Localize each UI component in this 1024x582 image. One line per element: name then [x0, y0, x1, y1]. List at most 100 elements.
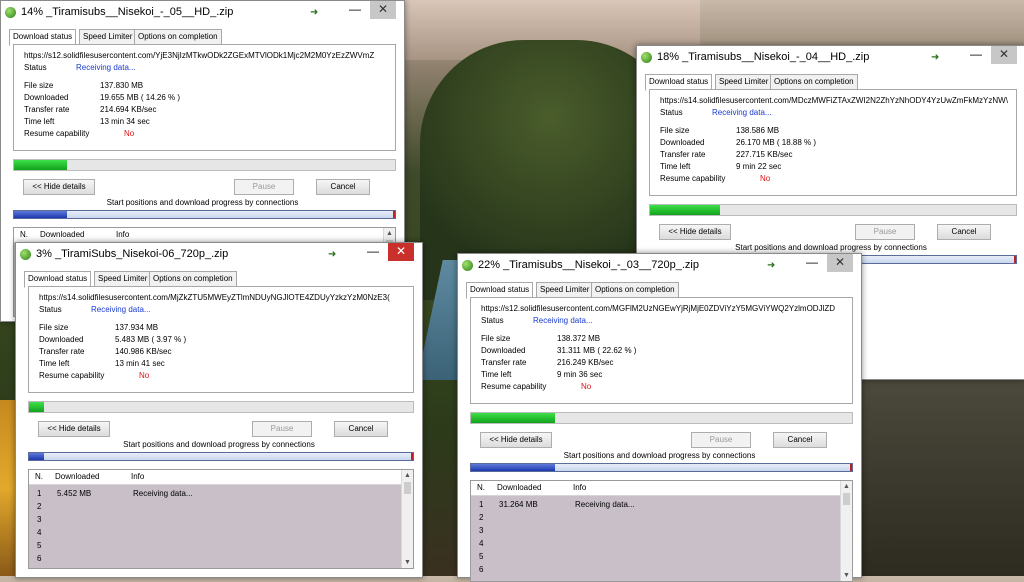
connections-caption: Start positions and download progress by…: [106, 198, 299, 207]
value-status: Receiving data...: [712, 108, 772, 117]
label-file-size: File size: [660, 126, 690, 135]
row-downloaded: 5.452 MB: [57, 489, 92, 498]
tab-options-on-completion[interactable]: Options on completion: [149, 271, 237, 287]
row-number: 5: [479, 552, 484, 561]
tab-speed-limiter[interactable]: Speed Limiter: [79, 29, 137, 45]
list-scrollbar[interactable]: ▲▼: [840, 481, 852, 581]
close-icon[interactable]: ✕: [991, 46, 1017, 64]
pause-button[interactable]: Pause: [234, 179, 294, 195]
wallpaper-flowers: [0, 400, 16, 576]
label-time-left: Time left: [481, 370, 512, 379]
download-progress-fill: [650, 205, 720, 215]
download-url: https://s12.solidfilesusercontent.com/MG…: [481, 304, 836, 313]
connections-progress-end: [393, 211, 395, 218]
column-header-info[interactable]: Info: [131, 472, 144, 481]
pause-button[interactable]: Pause: [855, 224, 915, 240]
tab-options-on-completion[interactable]: Options on completion: [770, 74, 858, 90]
value-resume: No: [581, 382, 592, 391]
value-file-size: 137.830 MB: [100, 81, 144, 90]
row-number: 2: [37, 502, 42, 511]
column-header-downloaded[interactable]: Downloaded: [497, 483, 541, 492]
connections-caption: Start positions and download progress by…: [735, 243, 927, 252]
scroll-up-icon[interactable]: ▲: [842, 482, 851, 491]
close-icon[interactable]: ✕: [388, 243, 414, 261]
connections-progress-bar: [13, 210, 396, 219]
pause-button[interactable]: Pause: [252, 421, 312, 437]
label-resume: Resume capability: [481, 382, 547, 391]
cancel-button[interactable]: Cancel: [773, 432, 827, 448]
title-bar[interactable]: 3% _TiramiSubs_Nisekoi-06_720p_.zip ➜ — ✕: [16, 243, 422, 267]
download-globe-icon: [641, 52, 652, 63]
column-header-n[interactable]: N.: [20, 230, 28, 239]
value-time-left: 13 min 34 sec: [100, 117, 150, 126]
cancel-button[interactable]: Cancel: [316, 179, 370, 195]
label-status: Status: [39, 305, 62, 314]
connections-list: N. Downloaded Info 1 5.452 MB Receiving data.…: [28, 469, 414, 569]
value-downloaded: 5.483 MB ( 3.97 % ): [115, 335, 187, 344]
label-status: Status: [24, 63, 47, 72]
title-bar[interactable]: 14% _Tiramisubs__Nisekoi_-_05__HD_.zip ➜ —…: [1, 1, 404, 25]
row-number: 5: [37, 541, 42, 550]
list-scrollbar[interactable]: ▲▼: [401, 470, 413, 568]
download-arrow-icon: ➜: [328, 249, 337, 260]
label-transfer-rate: Transfer rate: [481, 358, 527, 367]
value-resume: No: [139, 371, 150, 380]
label-status: Status: [660, 108, 683, 117]
minimize-icon[interactable]: —: [342, 1, 368, 19]
column-header-downloaded[interactable]: Downloaded: [40, 230, 84, 239]
title-bar[interactable]: 22% _Tiramisubs__Nisekoi_-_03__720p_.zip…: [458, 254, 861, 278]
scroll-up-icon[interactable]: ▲: [403, 471, 412, 480]
minimize-icon[interactable]: —: [799, 254, 825, 272]
value-downloaded: 19.655 MB ( 14.26 % ): [100, 93, 181, 102]
hide-details-button[interactable]: << Hide details: [480, 432, 552, 448]
label-downloaded: Downloaded: [660, 138, 705, 147]
close-icon[interactable]: ✕: [827, 254, 853, 272]
cancel-button[interactable]: Cancel: [334, 421, 388, 437]
connections-caption: Start positions and download progress by…: [123, 440, 315, 449]
tab-speed-limiter[interactable]: Speed Limiter: [536, 282, 594, 298]
hide-details-button[interactable]: << Hide details: [38, 421, 110, 437]
column-header-n[interactable]: N.: [477, 483, 485, 492]
download-url: https://s14.solidfilesusercontent.com/Mj…: [39, 293, 390, 302]
value-time-left: 9 min 36 sec: [557, 370, 603, 379]
tab-options-on-completion[interactable]: Options on completion: [134, 29, 222, 45]
value-file-size: 138.586 MB: [736, 126, 780, 135]
row-number: 2: [479, 513, 484, 522]
hide-details-button[interactable]: << Hide details: [23, 179, 95, 195]
download-progress-bar: [28, 401, 414, 413]
value-status: Receiving data...: [91, 305, 151, 314]
value-file-size: 138.372 MB: [557, 334, 601, 343]
tab-speed-limiter[interactable]: Speed Limiter: [715, 74, 773, 90]
minimize-icon[interactable]: —: [963, 46, 989, 64]
window-title: 3% _TiramiSubs_Nisekoi-06_720p_.zip: [36, 248, 229, 260]
connections-list: N. Downloaded Info 1 31.264 MB Receiving data…: [470, 480, 853, 582]
row-downloaded: 31.264 MB: [499, 500, 538, 509]
column-header-downloaded[interactable]: Downloaded: [55, 472, 99, 481]
row-info: Receiving data...: [575, 500, 635, 509]
connections-progress-fill: [29, 453, 45, 460]
connections-progress-end: [850, 464, 852, 471]
minimize-icon[interactable]: —: [360, 243, 386, 261]
download-status-panel: https://s12.solidfilesusercontent.com/MG…: [470, 297, 853, 404]
column-header-n[interactable]: N.: [35, 472, 43, 481]
hide-details-button[interactable]: << Hide details: [659, 224, 731, 240]
download-window: 3% _TiramiSubs_Nisekoi-06_720p_.zip ➜ — ✕ Do…: [15, 242, 423, 578]
tab-speed-limiter[interactable]: Speed Limiter: [94, 271, 152, 287]
connections-list-body: 1 31.264 MB Receiving data... 2 3 4 5 6: [471, 496, 840, 581]
value-downloaded: 26.170 MB ( 18.88 % ): [736, 138, 817, 147]
scroll-up-icon[interactable]: ▲: [385, 229, 394, 238]
cancel-button[interactable]: Cancel: [937, 224, 991, 240]
scroll-down-icon[interactable]: ▼: [403, 558, 412, 567]
tab-options-on-completion[interactable]: Options on completion: [591, 282, 679, 298]
download-globe-icon: [5, 7, 16, 18]
row-number: 6: [479, 565, 484, 574]
scroll-thumb[interactable]: [843, 493, 850, 505]
pause-button[interactable]: Pause: [691, 432, 751, 448]
value-time-left: 9 min 22 sec: [736, 162, 782, 171]
title-bar[interactable]: 18% _Tiramisubs__Nisekoi_-_04__HD_.zip ➜ —…: [637, 46, 1024, 70]
column-header-info[interactable]: Info: [573, 483, 586, 492]
connections-progress-bar: [470, 463, 853, 472]
close-icon[interactable]: ✕: [370, 1, 396, 19]
column-header-info[interactable]: Info: [116, 230, 129, 239]
scroll-thumb[interactable]: [404, 482, 411, 494]
